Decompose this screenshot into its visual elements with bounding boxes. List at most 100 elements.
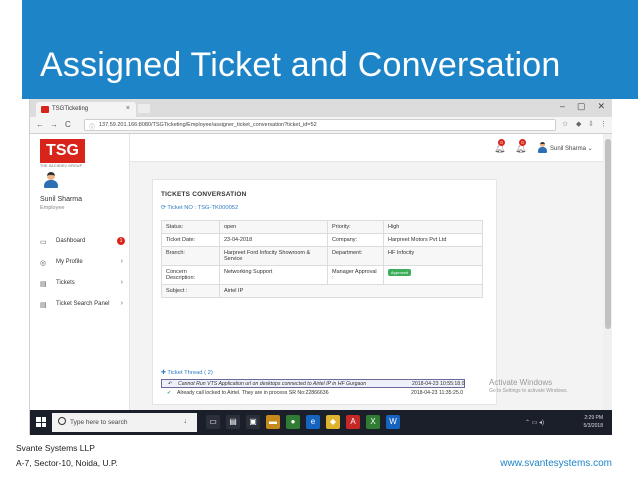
header-user-menu[interactable]: Sunil Sharma ⌄ [550,145,593,152]
chevron-right-icon: › [120,300,123,307]
check-icon: ✔ [167,390,172,396]
screenshot: TSGTicketing × – ▢ ✕ ← → C ⓘ 137.59.201.… [29,99,612,435]
section-title: TICKETS CONVERSATION [161,191,247,198]
window-controls: – ▢ ✕ [560,101,605,112]
new-tab-button[interactable] [138,104,150,113]
dashboard-badge: 1 [117,237,125,245]
microphone-icon[interactable]: ♩ [184,418,191,425]
app-icon[interactable]: ◆ [326,415,340,429]
search-icon [58,417,66,425]
system-clock[interactable]: 2:29 PM 5/3/2018 [584,414,603,430]
browser-tab-bar: TSGTicketing × – ▢ ✕ [30,99,612,117]
app-header: 🔔︎ 0 🔔︎ 0 Sunil Sharma ⌄ [130,134,603,162]
sidebar-item-label: My Profile [56,259,83,265]
footer-company: Svante Systems LLP [16,443,95,453]
sidebar-item-label: Tickets [56,280,75,286]
monitor-icon: ▭ [40,239,47,246]
field-label: Status: [161,220,220,234]
address-bar[interactable]: ⓘ 137.59.201.166:8080/TSGTicketing/Emplo… [84,119,556,131]
chevron-right-icon: › [120,258,123,265]
ticket-conversation-card: TICKETS CONVERSATION ⟳ Ticket NO : TSG-T… [152,179,497,405]
footer-address: A-7, Sector-10, Noida, U.P. [16,458,118,468]
profile-icon: ◎ [40,260,47,267]
bookmark-star-icon[interactable]: ☆ [562,120,568,128]
thread-message-date: 2018-04-23 11:35:25.0 [411,390,464,396]
bell-icon[interactable]: 🔔︎ 0 [515,139,526,154]
taskbar-search-input[interactable]: Type here to search ♩ [52,413,197,432]
field-value: Airtel IP [219,284,483,298]
user-name: Sunil Sharma [40,196,83,203]
field-label: Ticket Date: [161,233,220,247]
task-view-icon[interactable]: ▭ [206,415,220,429]
favicon-icon [41,106,49,113]
chevron-right-icon: › [120,279,123,286]
field-label: Branch: [161,246,220,266]
ticket-thread-link[interactable]: ✚ Ticket Thread ( 2) [161,370,213,376]
thread-message-text: Cannot Run VTS Application url on deskto… [178,381,367,387]
chrome-icon[interactable]: ● [286,415,300,429]
folder-icon[interactable]: ▬ [266,415,280,429]
sidebar-item-label: Dashboard [56,238,86,244]
sidebar-item-dashboard[interactable]: ▭ Dashboard 1 [40,237,128,249]
reply-icon: ↶ [168,381,173,387]
ticket-number: Ticket NO : TSG-TK000052 [167,205,239,211]
reload-button[interactable]: C [65,120,71,129]
slide: Assigned Ticket and Conversation TSGTick… [0,0,638,479]
tsg-logo[interactable]: TSG [40,139,85,163]
browser-tab[interactable]: TSGTicketing × [36,102,136,117]
table-row: Ticket Date: 23-04-2018 Company: Harpree… [161,233,483,247]
file-explorer-icon[interactable]: ▤ [226,415,240,429]
extension-icon[interactable]: ◆ [576,120,581,128]
thread-message[interactable]: ✔ Already call locked to Airtel. They ar… [161,389,465,398]
word-icon[interactable]: W [386,415,400,429]
sidebar-item-tickets[interactable]: ▤ Tickets › [40,279,128,291]
windows-start-icon[interactable] [36,417,46,427]
field-value: HF Infocity [383,246,483,266]
browser-tab-title: TSGTicketing [52,106,89,112]
ticket-number-link[interactable]: ⟳ Ticket NO : TSG-TK000052 [161,205,238,211]
footer-company-info: Svante Systems LLP A-7, Sector-10, Noida… [16,441,118,471]
pdf-icon[interactable]: A [346,415,360,429]
back-button[interactable]: ← [36,120,44,129]
watermark-subtitle: Go to Settings to activate Windows. [489,388,568,394]
thread-message-text: Already call locked to Airtel. They are … [177,390,329,396]
ticket-details-table: Status: open Priority: High Ticket Date:… [161,220,483,298]
close-window-button[interactable]: ✕ [597,101,605,112]
excel-icon[interactable]: X [366,415,380,429]
field-label: Department: [327,246,384,266]
address-url: 137.59.201.166:8080/TSGTicketing/Employe… [99,122,317,128]
sidebar-item-ticket-search-panel[interactable]: ▤ Ticket Search Panel › [40,300,128,312]
field-label: Manager Approval : [327,265,384,285]
restore-button[interactable]: ▢ [577,101,586,112]
table-row: Concern Description: Networking Support … [161,265,483,285]
browser-toolbar: ← → C ⓘ 137.59.201.166:8080/TSGTicketing… [30,117,612,134]
tab-close-icon[interactable]: × [126,105,130,112]
scrollbar-thumb[interactable] [605,139,611,329]
forward-button[interactable]: → [50,120,58,129]
bell-icon[interactable]: 🔔︎ 0 [494,139,505,154]
footer-website-link[interactable]: www.svantesystems.com [500,458,612,469]
taskbar-search-placeholder: Type here to search [70,419,128,426]
table-row: Status: open Priority: High [161,220,483,234]
clock-date: 5/3/2018 [583,423,603,429]
thread-message[interactable]: ↶ Cannot Run VTS Application url on desk… [161,379,465,388]
download-icon[interactable]: ⇩ [588,120,594,128]
field-value: Networking Support [219,265,328,285]
field-value: Harpreet Motors Pvt Ltd [383,233,483,247]
field-value: 23-04-2018 [219,233,328,247]
header-avatar[interactable] [538,142,547,153]
slide-title: Assigned Ticket and Conversation [40,46,561,84]
edge-icon[interactable]: e [306,415,320,429]
taskbar: Type here to search ♩ ▭ ▤ ▣ ▬ ● e ◆ A X … [30,410,612,435]
chrome-menu-icon[interactable]: ⋮ [600,120,607,128]
clock-time: 2:29 PM [584,415,603,421]
system-tray-icons[interactable]: ⌃ ▭ ◂) [525,419,544,426]
minimize-button[interactable]: – [560,101,565,112]
watermark-title: Activate Windows [489,378,553,387]
user-role: Employee [40,205,65,211]
field-label: Concern Description: [161,265,220,285]
thread-message-date: 2018-04-23 10:55:18.0 [412,381,465,387]
sidebar: TSG THE SACHDEV GROUP Sunil Sharma Emplo… [30,134,130,410]
sidebar-item-my-profile[interactable]: ◎ My Profile › [40,258,128,270]
store-icon[interactable]: ▣ [246,415,260,429]
